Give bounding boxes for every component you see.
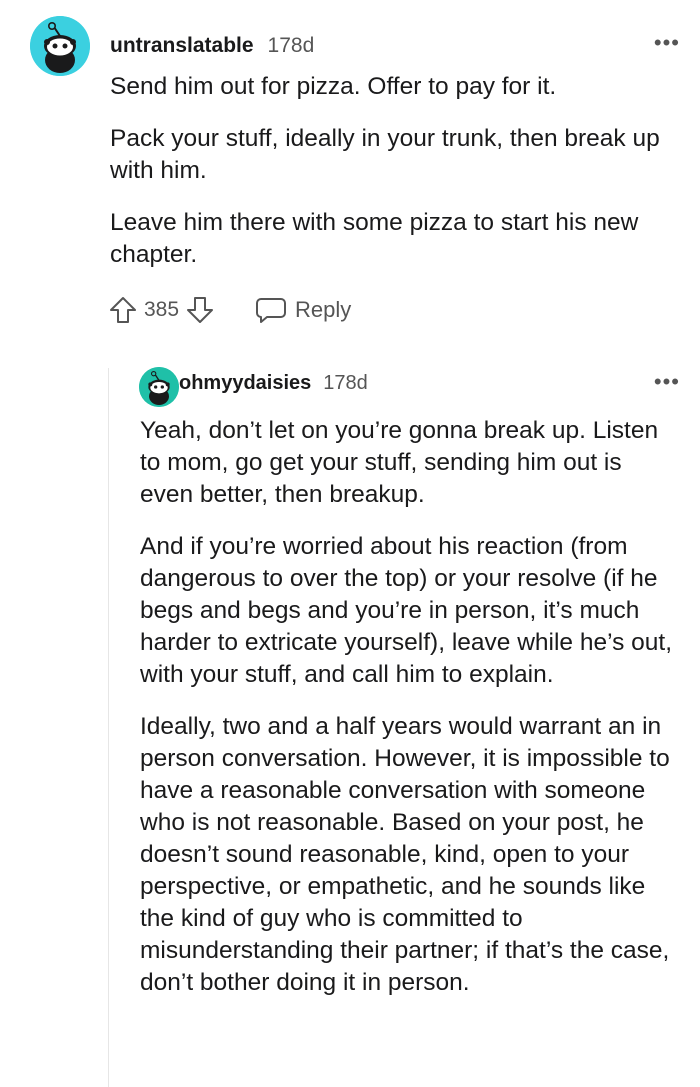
- snoo-avatar-icon[interactable]: [30, 16, 90, 76]
- comment-meta: untranslatable 178d: [110, 34, 314, 58]
- timestamp: 178d: [267, 34, 315, 57]
- comment-paragraph: Leave him there with some pizza to start…: [110, 209, 639, 268]
- comment-actions: 385 Reply: [108, 295, 351, 325]
- thread-line[interactable]: [108, 368, 109, 1087]
- more-options-icon[interactable]: •••: [654, 32, 680, 54]
- comment-paragraph: Yeah, don’t let on you’re gonna break up…: [140, 417, 659, 508]
- vote-score: 385: [144, 298, 180, 321]
- snoo-avatar-icon[interactable]: [139, 367, 179, 407]
- comment-body: Send him out for pizza. Offer to pay for…: [110, 71, 670, 291]
- more-options-icon[interactable]: •••: [654, 371, 680, 393]
- reply-button[interactable]: Reply: [255, 296, 351, 324]
- comment-body: Yeah, don’t let on you’re gonna break up…: [140, 415, 680, 1019]
- comment-bubble-icon: [256, 298, 287, 323]
- comment-paragraph: And if you’re worried about his reaction…: [140, 533, 673, 688]
- username-link[interactable]: ohmyydaisies: [179, 372, 311, 395]
- upvote-arrow-icon[interactable]: [108, 295, 138, 325]
- downvote-arrow-icon[interactable]: [185, 295, 215, 325]
- reply-label: Reply: [295, 297, 352, 322]
- timestamp: 178d: [323, 372, 368, 394]
- comment-paragraph: Send him out for pizza. Offer to pay for…: [110, 73, 557, 100]
- comment-meta: ohmyydaisies 178d: [179, 372, 368, 395]
- username-link[interactable]: untranslatable: [110, 34, 254, 58]
- comment-paragraph: Ideally, two and a half years would warr…: [140, 713, 670, 996]
- comment-paragraph: Pack your stuff, ideally in your trunk, …: [110, 125, 660, 184]
